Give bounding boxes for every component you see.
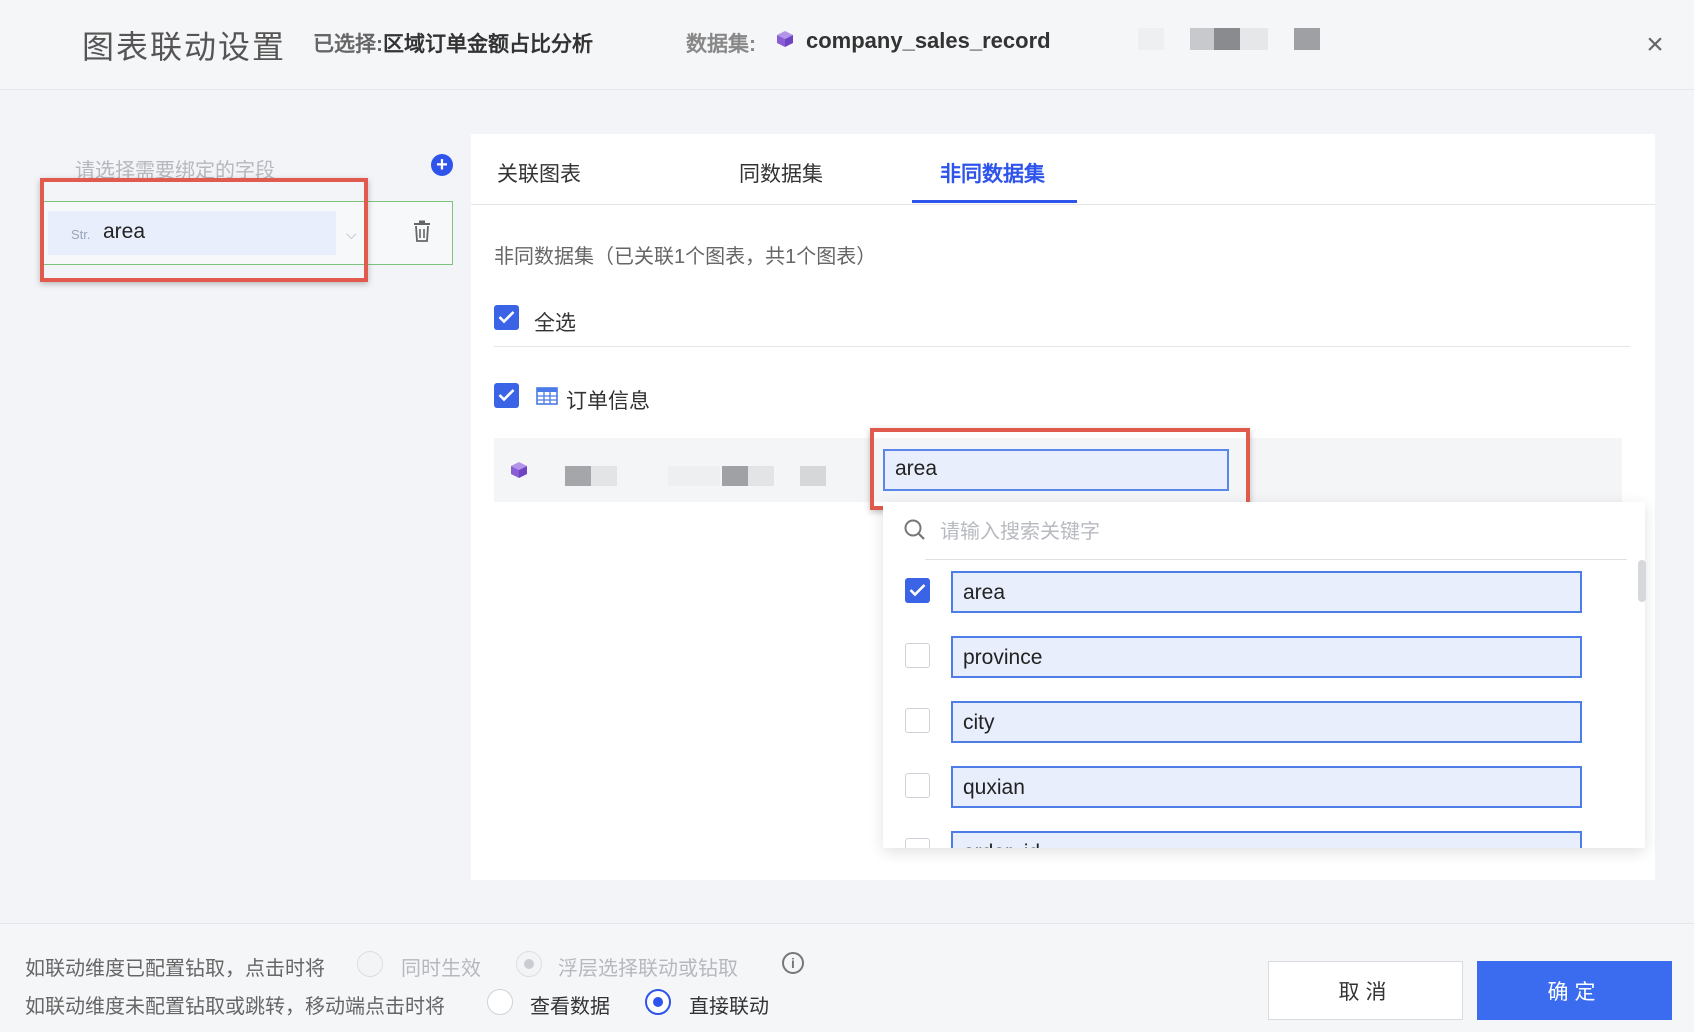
option-label: city [963,711,995,734]
mobile-option-label: 查看数据 [530,996,610,1018]
selected-chart-info: 已选择:区域订单金额占比分析 [313,28,593,58]
drill-option-label: 浮层选择联动或钻取 [558,958,738,980]
table-icon [536,387,558,405]
redacted-block [1138,28,1164,50]
highlight-box [40,178,368,282]
tabs-divider [471,204,1655,205]
selected-chart-prefix: 已选择: [313,33,383,56]
list-item[interactable] [951,636,1582,678]
redacted-block [591,466,617,486]
dataset-name: company_sales_record [806,28,1051,53]
trash-icon[interactable] [412,220,432,242]
dataset-label: 数据集: [686,33,756,56]
option-label: area [963,581,1006,604]
dataset-cube-icon [777,31,793,47]
drill-option-label: 同时生效 [401,958,481,980]
mobile-rule-label: 如联动维度未配置钻取或跳转，移动端点击时将 [25,996,445,1018]
select-all-checkbox[interactable] [494,305,519,330]
option-checkbox[interactable] [905,708,930,733]
redacted-block [748,466,774,486]
check-icon [909,584,926,597]
tab-different-dataset[interactable]: 非同数据集 [940,158,1045,188]
dataset-cube-icon [511,462,527,478]
tab-same-dataset[interactable]: 同数据集 [739,158,823,188]
close-icon[interactable]: × [1640,30,1670,60]
mobile-option-radio[interactable] [645,989,671,1015]
cancel-button[interactable]: 取消 [1268,961,1463,1020]
drill-option-radio[interactable] [357,951,383,977]
highlight-box [870,428,1250,510]
redacted-block [1294,28,1320,50]
drill-option-radio[interactable] [516,951,542,977]
option-checkbox[interactable] [905,643,930,668]
dropdown-options: area province city quxian order_id [883,560,1633,848]
dataset-summary: 非同数据集（已关联1个图表，共1个图表） [494,246,877,268]
info-icon[interactable]: i [782,952,804,974]
option-checkbox[interactable] [905,578,930,603]
redacted-block [722,466,748,486]
tab-related-charts[interactable]: 关联图表 [497,158,581,188]
option-checkbox[interactable] [905,773,930,798]
mobile-option-label: 直接联动 [689,996,769,1018]
search-input[interactable] [940,516,1600,548]
dropdown-scrollbar[interactable] [1638,560,1646,602]
redacted-block [565,466,591,486]
check-icon [498,389,515,402]
active-tab-indicator [912,200,1077,203]
list-item[interactable] [951,766,1582,808]
table-name: 订单信息 [566,390,650,413]
option-label: quxian [963,776,1025,799]
table-checkbox[interactable] [494,383,519,408]
add-field-button[interactable]: + [431,154,453,176]
redacted-block [800,466,826,486]
selected-chart-name: 区域订单金额占比分析 [383,33,593,56]
list-item[interactable] [951,701,1582,743]
redacted-block [1240,28,1268,50]
option-label: order_id [963,841,1040,848]
redacted-block [1214,28,1240,50]
list-item[interactable] [951,571,1582,613]
option-label: province [963,646,1043,669]
check-icon [498,311,515,324]
list-item[interactable] [951,831,1582,848]
redacted-block [668,466,720,486]
mobile-option-radio[interactable] [487,989,513,1015]
select-all-label: 全选 [534,312,576,335]
dialog-title: 图表联动设置 [82,29,287,65]
option-checkbox[interactable] [905,838,930,848]
drill-rule-label: 如联动维度已配置钻取，点击时将 [25,958,325,980]
divider [494,346,1630,347]
redacted-block [1190,28,1214,50]
confirm-button[interactable]: 确定 [1477,961,1672,1020]
search-icon [904,519,925,540]
